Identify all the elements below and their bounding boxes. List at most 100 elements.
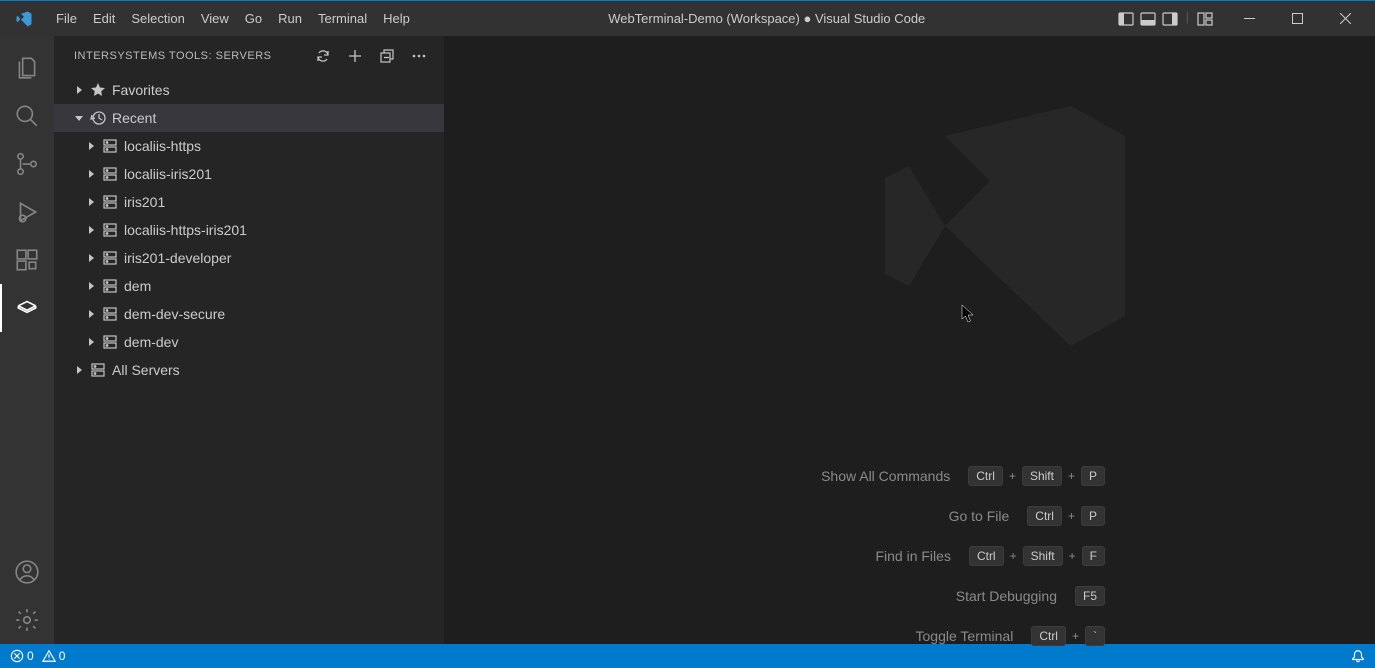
server-tree: Favorites Recent localiis-https localiis-… bbox=[54, 76, 444, 384]
key: Ctrl bbox=[968, 466, 1003, 486]
chevron-right-icon bbox=[82, 196, 100, 208]
customize-layout-icon[interactable] bbox=[1195, 9, 1215, 29]
tree-favorites[interactable]: Favorites bbox=[54, 76, 444, 104]
tree-label: localiis-iris201 bbox=[120, 166, 212, 182]
menu-edit[interactable]: Edit bbox=[85, 1, 123, 37]
tree-server-item[interactable]: iris201-developer bbox=[54, 244, 444, 272]
server-icon bbox=[100, 250, 120, 266]
chevron-right-icon bbox=[70, 84, 88, 96]
status-bar: 0 0 bbox=[0, 644, 1375, 668]
add-icon[interactable] bbox=[346, 47, 364, 65]
tree-label: dem-dev bbox=[120, 334, 178, 350]
sidebar-title: INTERSYSTEMS TOOLS: SERVERS bbox=[74, 50, 314, 62]
menu-help[interactable]: Help bbox=[375, 1, 418, 37]
activity-source-control[interactable] bbox=[0, 140, 54, 188]
shortcut-keys: Ctrl+` bbox=[1031, 626, 1105, 646]
tree-server-item[interactable]: localiis-iris201 bbox=[54, 160, 444, 188]
layout-sidebar-right-icon[interactable] bbox=[1160, 9, 1180, 29]
chevron-right-icon bbox=[82, 224, 100, 236]
key: Shift bbox=[1023, 546, 1063, 566]
tree-server-item[interactable]: localiis-https-iris201 bbox=[54, 216, 444, 244]
key: Ctrl bbox=[969, 546, 1004, 566]
key: Ctrl bbox=[1031, 626, 1066, 646]
shortcut-keys: F5 bbox=[1075, 586, 1105, 606]
shortcut-row: Toggle TerminalCtrl+` bbox=[821, 626, 1105, 646]
chevron-right-icon bbox=[70, 364, 88, 376]
activity-search[interactable] bbox=[0, 92, 54, 140]
chevron-right-icon bbox=[82, 280, 100, 292]
tree-server-item[interactable]: iris201 bbox=[54, 188, 444, 216]
error-count: 0 bbox=[27, 649, 34, 663]
collapse-all-icon[interactable] bbox=[378, 47, 396, 65]
shortcut-keys: Ctrl+P bbox=[1027, 506, 1105, 526]
tree-server-item[interactable]: localiis-https bbox=[54, 132, 444, 160]
main-area: INTERSYSTEMS TOOLS: SERVERS Favorites bbox=[0, 36, 1375, 644]
maximize-button[interactable] bbox=[1275, 1, 1319, 37]
bell-icon bbox=[1351, 649, 1365, 663]
activity-bar bbox=[0, 36, 54, 644]
shortcut-row: Start Debugging F5 bbox=[821, 586, 1105, 606]
tree-label: dem bbox=[120, 278, 151, 294]
shortcut-row: Go to File Ctrl+P bbox=[821, 506, 1105, 526]
tree-label: Recent bbox=[108, 110, 156, 126]
chevron-down-icon bbox=[70, 112, 88, 124]
chevron-right-icon bbox=[82, 308, 100, 320]
activity-settings[interactable] bbox=[0, 596, 54, 644]
more-icon[interactable] bbox=[410, 47, 428, 65]
shortcut-keys: Ctrl+Shift+F bbox=[969, 546, 1105, 566]
tree-label: iris201 bbox=[120, 194, 165, 210]
menu-go[interactable]: Go bbox=[237, 1, 270, 37]
shortcut-list: Show All CommandsCtrl+Shift+P Go to File C… bbox=[821, 466, 1105, 646]
activity-accounts[interactable] bbox=[0, 548, 54, 596]
shortcut-label: Go to File bbox=[949, 508, 1010, 524]
server-icon bbox=[100, 166, 120, 182]
tree-recent[interactable]: Recent bbox=[54, 104, 444, 132]
star-icon bbox=[88, 82, 108, 98]
tree-label: Favorites bbox=[108, 82, 170, 98]
menu-terminal[interactable]: Terminal bbox=[310, 1, 375, 37]
server-icon bbox=[88, 362, 108, 378]
menu-selection[interactable]: Selection bbox=[123, 1, 192, 37]
chevron-right-icon bbox=[82, 336, 100, 348]
status-warnings[interactable]: 0 bbox=[42, 649, 66, 663]
key: F5 bbox=[1075, 586, 1105, 606]
minimize-button[interactable] bbox=[1227, 1, 1271, 37]
menu-file[interactable]: File bbox=[48, 1, 85, 37]
refresh-icon[interactable] bbox=[314, 47, 332, 65]
tree-label: dem-dev-secure bbox=[120, 306, 225, 322]
key: F bbox=[1082, 546, 1105, 566]
activity-intersystems[interactable] bbox=[0, 284, 54, 332]
vscode-logo-icon bbox=[0, 10, 48, 28]
warning-count: 0 bbox=[59, 649, 66, 663]
activity-run-debug[interactable] bbox=[0, 188, 54, 236]
status-notifications[interactable] bbox=[1351, 649, 1365, 663]
tree-label: localiis-https-iris201 bbox=[120, 222, 247, 238]
server-icon bbox=[100, 194, 120, 210]
server-icon bbox=[100, 334, 120, 350]
key: Shift bbox=[1022, 466, 1062, 486]
key: Ctrl bbox=[1027, 506, 1062, 526]
error-icon bbox=[10, 649, 24, 663]
layout-sidebar-left-icon[interactable] bbox=[1116, 9, 1136, 29]
sidebar: INTERSYSTEMS TOOLS: SERVERS Favorites bbox=[54, 36, 444, 644]
warning-icon bbox=[42, 649, 56, 663]
tree-server-item[interactable]: dem bbox=[54, 272, 444, 300]
shortcut-row: Show All CommandsCtrl+Shift+P bbox=[821, 466, 1105, 486]
activity-explorer[interactable] bbox=[0, 44, 54, 92]
tree-label: localiis-https bbox=[120, 138, 201, 154]
tree-server-item[interactable]: dem-dev-secure bbox=[54, 300, 444, 328]
tree-all-servers[interactable]: All Servers bbox=[54, 356, 444, 384]
tree-server-item[interactable]: dem-dev bbox=[54, 328, 444, 356]
chevron-right-icon bbox=[82, 168, 100, 180]
key: P bbox=[1081, 466, 1105, 486]
layout-panel-icon[interactable] bbox=[1138, 9, 1158, 29]
shortcut-label: Start Debugging bbox=[956, 588, 1057, 604]
server-icon bbox=[100, 306, 120, 322]
editor-area: Show All CommandsCtrl+Shift+P Go to File C… bbox=[444, 36, 1375, 644]
menu-view[interactable]: View bbox=[193, 1, 237, 37]
status-errors[interactable]: 0 bbox=[10, 649, 34, 663]
title-bar: File Edit Selection View Go Run Terminal… bbox=[0, 0, 1375, 36]
activity-extensions[interactable] bbox=[0, 236, 54, 284]
menu-run[interactable]: Run bbox=[270, 1, 310, 37]
close-button[interactable] bbox=[1323, 1, 1367, 37]
